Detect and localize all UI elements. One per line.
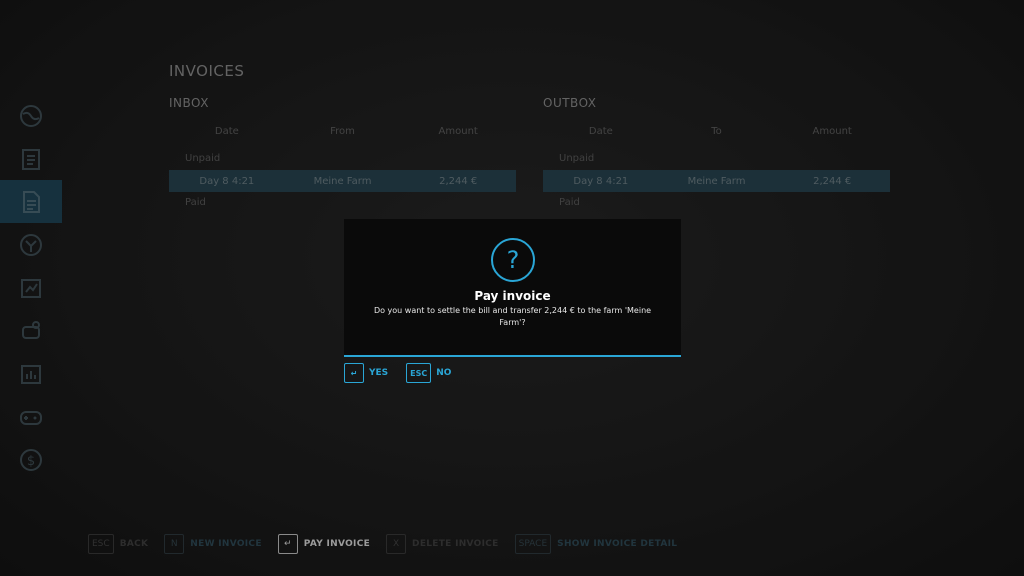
inbox-group-unpaid[interactable]: Unpaid	[169, 148, 516, 170]
new-invoice-label: NEW INVOICE	[190, 539, 262, 549]
show-invoice-detail-button[interactable]: SPACE SHOW INVOICE DETAIL	[514, 534, 678, 554]
inbox-group-paid[interactable]: Paid	[169, 192, 516, 214]
mission-icon	[20, 233, 42, 256]
invoices-screen: $ INVOICES INBOX Date From Amount Unpaid…	[0, 0, 1024, 576]
no-button[interactable]: ESC NO	[406, 363, 451, 383]
cell-date: Day 8 4:21	[573, 175, 629, 187]
column-amount[interactable]: Amount	[400, 126, 516, 148]
sidebar-item-animals[interactable]	[0, 309, 62, 352]
dialog-message: Do you want to settle the bill and trans…	[373, 306, 652, 327]
sidebar: $	[0, 90, 62, 510]
show-detail-label: SHOW INVOICE DETAIL	[557, 539, 678, 549]
inbox-panel: INBOX Date From Amount Unpaid Day 8 4:21…	[169, 96, 516, 214]
esc-key-icon: ESC	[406, 363, 432, 383]
column-from[interactable]: From	[285, 126, 401, 148]
statistics-icon	[21, 364, 41, 384]
outbox-panel: OUTBOX Date To Amount Unpaid Day 8 4:21 …	[543, 96, 890, 214]
sidebar-item-statistics[interactable]	[0, 352, 62, 395]
sidebar-item-contracts[interactable]	[0, 137, 62, 180]
cell-amount: 2,244 €	[813, 175, 852, 187]
finance-icon: $	[20, 448, 42, 471]
no-label: NO	[436, 368, 452, 378]
pay-invoice-label: PAY INVOICE	[303, 539, 371, 549]
sidebar-item-multiplayer[interactable]	[0, 395, 62, 438]
outbox-group-paid[interactable]: Paid	[543, 192, 890, 214]
pay-invoice-key: ↵	[277, 534, 298, 554]
column-amount[interactable]: Amount	[774, 126, 890, 148]
delete-invoice-button[interactable]: X DELETE INVOICE	[386, 534, 499, 554]
cell-from: Meine Farm	[313, 175, 372, 187]
delete-invoice-label: DELETE INVOICE	[412, 539, 499, 549]
inbox-column-headers: Date From Amount	[169, 126, 516, 148]
show-detail-key: SPACE	[514, 534, 552, 554]
pay-invoice-dialog: ? Pay invoice Do you want to settle the …	[344, 219, 681, 357]
outbox-invoice-row[interactable]: Day 8 4:21 Meine Farm 2,244 €	[543, 170, 890, 192]
gamepad-icon	[20, 410, 42, 425]
back-label: BACK	[119, 539, 149, 549]
sidebar-item-map[interactable]	[0, 94, 62, 137]
outbox-column-headers: Date To Amount	[543, 126, 890, 148]
column-to[interactable]: To	[659, 126, 775, 148]
invoice-icon	[23, 190, 40, 213]
back-key: ESC	[88, 534, 114, 554]
outbox-group-unpaid[interactable]: Unpaid	[543, 148, 890, 170]
animal-icon	[22, 320, 40, 339]
page-title: INVOICES	[169, 62, 245, 80]
clipboard-icon	[22, 148, 40, 170]
delete-invoice-key: X	[386, 534, 407, 554]
column-date[interactable]: Date	[169, 126, 285, 148]
dialog-buttons: ↵ YES ESC NO	[344, 363, 469, 383]
yes-label: YES	[369, 368, 389, 378]
sidebar-item-missions[interactable]	[0, 223, 62, 266]
yes-button[interactable]: ↵ YES	[344, 363, 388, 383]
back-button[interactable]: ESC BACK	[88, 534, 148, 554]
new-invoice-button[interactable]: N NEW INVOICE	[164, 534, 261, 554]
inbox-title: INBOX	[169, 96, 209, 110]
globe-icon	[20, 104, 42, 127]
sidebar-item-prices[interactable]	[0, 266, 62, 309]
cell-date: Day 8 4:21	[199, 175, 255, 187]
sidebar-item-finances[interactable]: $	[0, 438, 62, 481]
enter-key-icon: ↵	[344, 363, 364, 383]
cell-amount: 2,244 €	[439, 175, 478, 187]
bottom-action-bar: ESC BACK N NEW INVOICE ↵ PAY INVOICE X D…	[88, 532, 693, 556]
chart-icon	[21, 278, 41, 298]
dialog-title: Pay invoice	[474, 289, 551, 303]
question-icon: ?	[491, 238, 535, 282]
outbox-title: OUTBOX	[543, 96, 597, 110]
sidebar-item-invoices[interactable]	[0, 180, 62, 223]
column-date[interactable]: Date	[543, 126, 659, 148]
svg-text:$: $	[27, 454, 35, 469]
pay-invoice-button[interactable]: ↵ PAY INVOICE	[277, 534, 371, 554]
cell-to: Meine Farm	[687, 175, 746, 187]
new-invoice-key: N	[164, 534, 185, 554]
inbox-invoice-row[interactable]: Day 8 4:21 Meine Farm 2,244 €	[169, 170, 516, 192]
